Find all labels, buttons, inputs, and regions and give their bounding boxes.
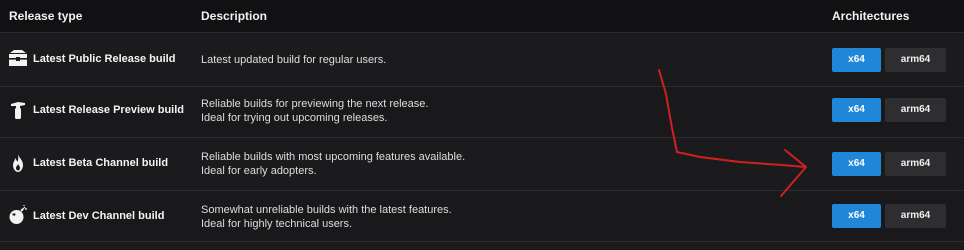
box-icon xyxy=(9,50,27,66)
arm64-download-button[interactable]: arm64 xyxy=(885,152,946,176)
x64-download-button[interactable]: x64 xyxy=(832,152,881,176)
table-header: Release type Description Architectures xyxy=(0,0,964,33)
arm64-download-button[interactable]: arm64 xyxy=(885,204,946,228)
table-row-public-release: Latest Public Release build Latest updat… xyxy=(0,33,964,87)
table-row-dev-channel: Latest Dev Channel build Somewhat unreli… xyxy=(0,191,964,242)
fire-extinguisher-icon xyxy=(11,102,25,119)
description-line: Somewhat unreliable builds with the late… xyxy=(201,204,452,216)
description-line: Reliable builds for previewing the next … xyxy=(201,98,429,110)
header-architectures: Architectures xyxy=(832,9,910,23)
release-name: Latest Public Release build xyxy=(33,53,176,65)
release-table: Release type Description Architectures L… xyxy=(0,0,964,250)
header-description: Description xyxy=(201,9,268,23)
release-description: Reliable builds with most upcoming featu… xyxy=(201,150,465,178)
x64-download-button[interactable]: x64 xyxy=(832,48,881,72)
table-row-beta-channel: Latest Beta Channel build Reliable build… xyxy=(0,138,964,191)
arm64-download-button[interactable]: arm64 xyxy=(885,98,946,122)
release-description: Somewhat unreliable builds with the late… xyxy=(201,203,452,231)
release-description: Reliable builds for previewing the next … xyxy=(201,97,428,125)
arm64-download-button[interactable]: arm64 xyxy=(885,48,946,72)
table-row-release-preview: Latest Release Preview build Reliable bu… xyxy=(0,87,964,138)
description-line: Ideal for highly technical users. xyxy=(201,218,353,230)
flame-icon xyxy=(13,154,23,172)
header-release-type: Release type xyxy=(9,9,83,23)
description-line: Ideal for early adopters. xyxy=(201,165,317,177)
release-name: Latest Beta Channel build xyxy=(33,157,169,169)
release-name: Latest Release Preview build xyxy=(33,104,185,116)
release-name: Latest Dev Channel build xyxy=(33,210,165,222)
description-line: Ideal for trying out upcoming releases. xyxy=(201,112,388,124)
x64-download-button[interactable]: x64 xyxy=(832,204,881,228)
description-line: Latest updated build for regular users. xyxy=(201,54,387,66)
release-description: Latest updated build for regular users. xyxy=(201,53,386,67)
description-line: Reliable builds with most upcoming featu… xyxy=(201,151,466,163)
x64-download-button[interactable]: x64 xyxy=(832,98,881,122)
bomb-icon xyxy=(9,205,27,224)
